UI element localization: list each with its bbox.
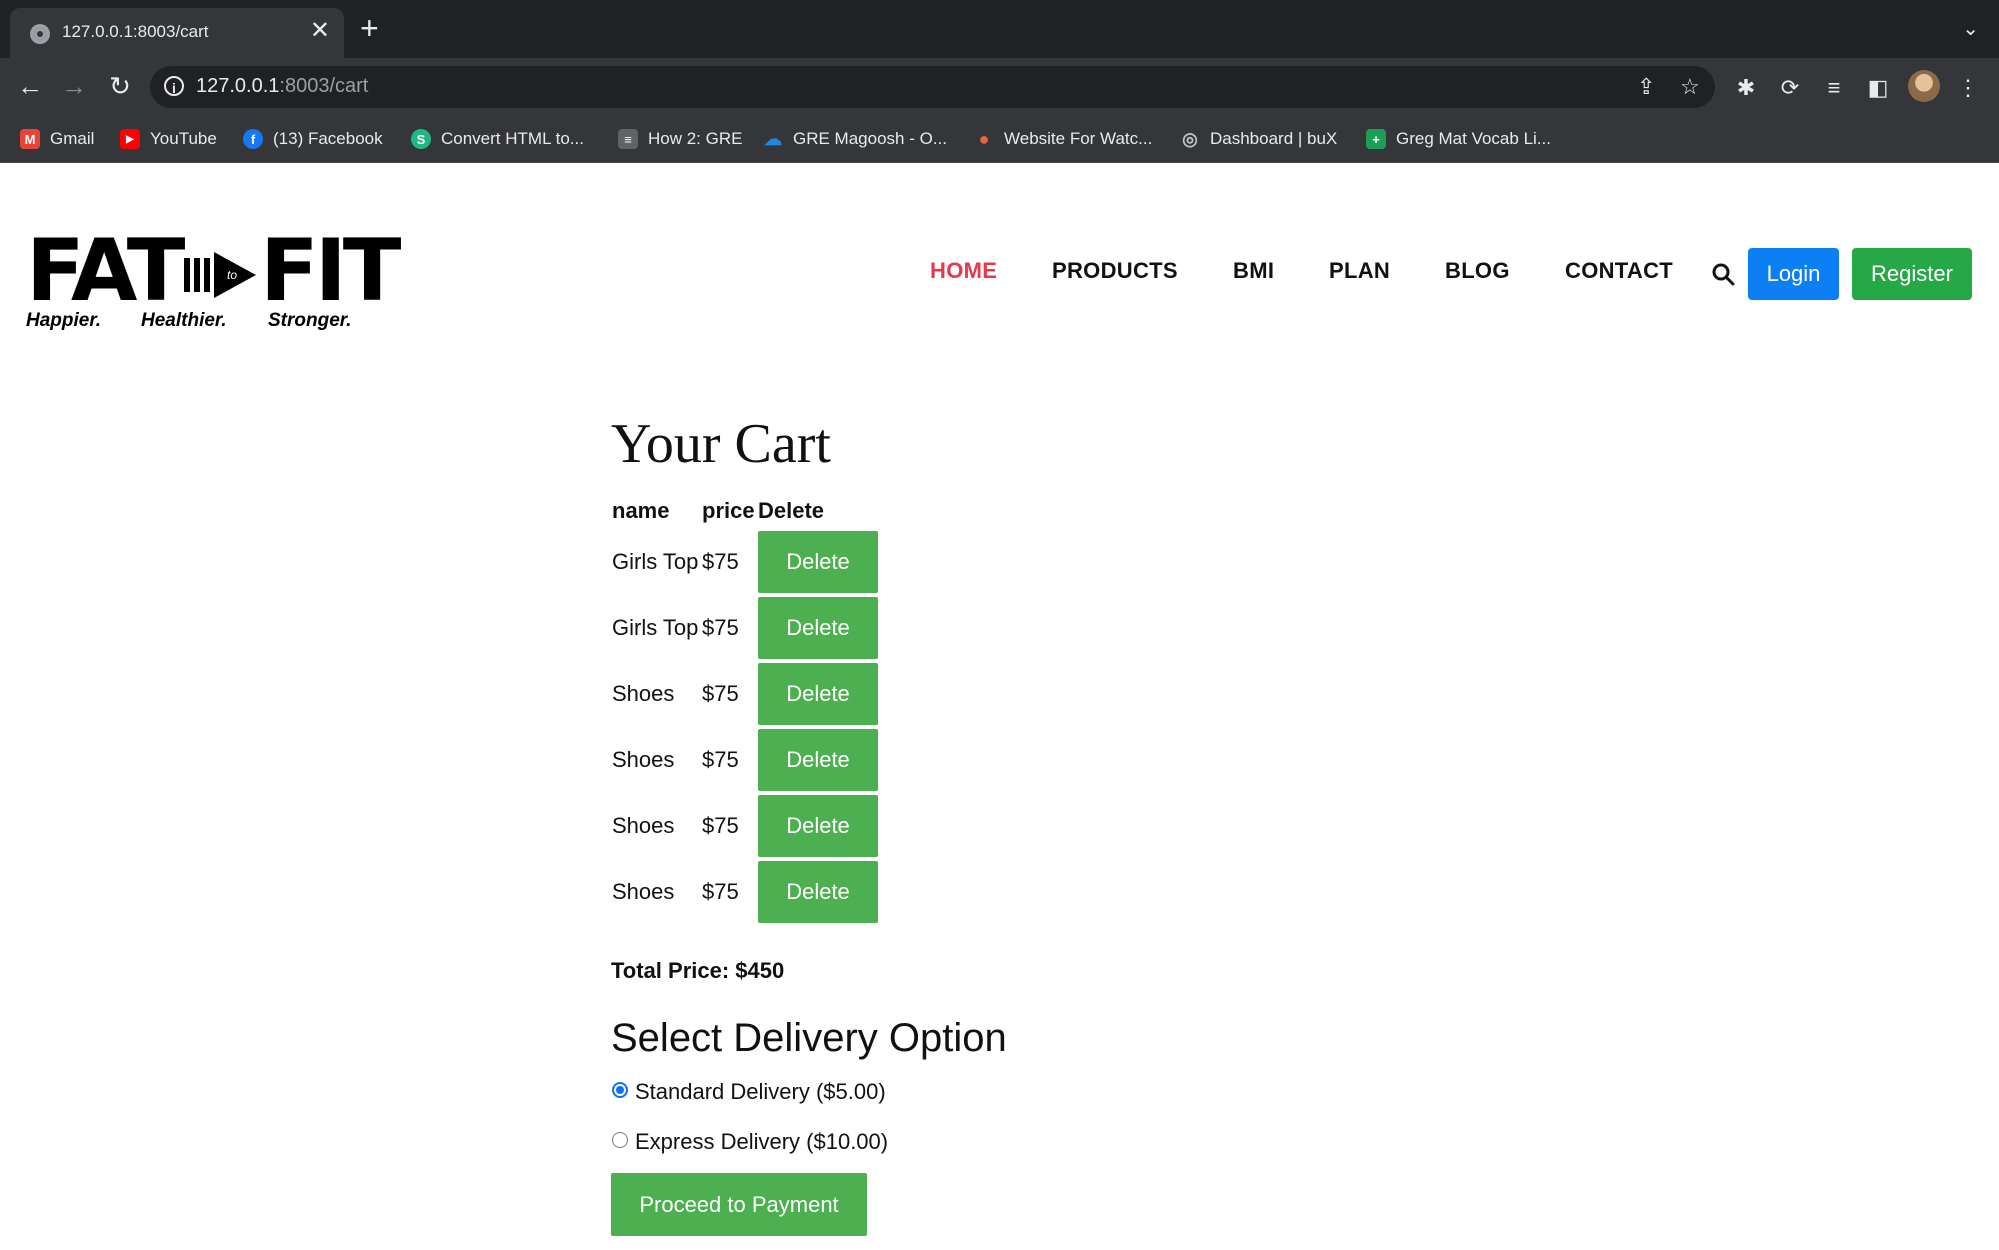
item-price: $75: [702, 615, 739, 640]
tab-search-chevron-icon[interactable]: ⌄: [1962, 16, 1979, 41]
onedrive-icon: ☁: [764, 128, 782, 149]
browser-menu-icon[interactable]: ⋮: [1954, 76, 1982, 100]
nav-products[interactable]: PRODUCTS: [1052, 258, 1178, 284]
delete-button[interactable]: Delete: [758, 795, 878, 857]
bookmark-label: (13) Facebook: [273, 129, 383, 148]
standard-delivery-radio[interactable]: [612, 1082, 628, 1098]
bookmarks-bar: M Gmail ▶ YouTube f (13) Facebook S Conv…: [0, 116, 1999, 163]
new-tab-icon[interactable]: +: [360, 12, 379, 44]
sheets-icon: +: [1366, 129, 1386, 149]
item-name: Shoes: [612, 879, 675, 904]
nav-home[interactable]: HOME: [930, 258, 997, 284]
gmail-icon: M: [20, 129, 40, 149]
address-bar[interactable]: i 127.0.0.1:8003/cart ⇪ ☆: [150, 66, 1715, 108]
logo-fat: FAT: [26, 221, 185, 321]
browser-toolbar: ← → ↻ i 127.0.0.1:8003/cart ⇪ ☆ ✱ ⟳ ≡ ◧ …: [0, 58, 1999, 116]
item-price: $75: [702, 747, 739, 772]
bookmark-youtube[interactable]: ▶ YouTube: [120, 128, 217, 150]
item-name: Shoes: [612, 681, 675, 706]
logo-tagline-stronger: Stronger.: [268, 310, 352, 331]
youtube-icon: ▶: [120, 129, 140, 149]
search-icon[interactable]: [1711, 262, 1735, 286]
express-delivery-radio[interactable]: [612, 1132, 628, 1148]
bookmark-label: Greg Mat Vocab Li...: [1396, 129, 1551, 148]
item-price: $75: [702, 879, 739, 904]
document-icon: ≡: [618, 129, 638, 149]
logo-to: to: [227, 268, 238, 282]
browser-tab-strip: 127.0.0.1:8003/cart ✕ + ⌄: [0, 0, 1999, 58]
globe-icon: [30, 24, 50, 44]
delete-button[interactable]: Delete: [758, 597, 878, 659]
url-path: :8003/cart: [279, 75, 369, 97]
logo-fit: FIT: [260, 221, 401, 321]
delete-button[interactable]: Delete: [758, 531, 878, 593]
logo-arrow-icon: [184, 252, 256, 298]
item-name: Girls Top: [612, 615, 699, 640]
nav-bmi[interactable]: BMI: [1233, 258, 1274, 284]
express-delivery-label[interactable]: Express Delivery ($10.00): [635, 1129, 888, 1155]
media-queue-icon[interactable]: ≡: [1820, 76, 1848, 100]
website-icon: ●: [978, 128, 990, 149]
bookmark-dashboard-bux[interactable]: ◎ Dashboard | buX: [1180, 128, 1337, 150]
bookmark-label: YouTube: [150, 129, 217, 148]
forward-arrow-icon[interactable]: →: [56, 68, 92, 104]
extensions-puzzle-icon[interactable]: ✱: [1732, 76, 1760, 100]
column-header-delete: Delete: [758, 498, 825, 523]
logo-tagline-healthier: Healthier.: [141, 310, 227, 331]
site-info-icon[interactable]: i: [164, 76, 184, 96]
item-name: Shoes: [612, 747, 675, 772]
bookmark-label: GRE Magoosh - O...: [793, 129, 947, 148]
reload-icon[interactable]: ↻: [102, 68, 138, 104]
bookmark-label: Gmail: [50, 129, 95, 148]
item-price: $75: [702, 549, 739, 574]
item-price: $75: [702, 681, 739, 706]
side-panel-icon[interactable]: ◧: [1864, 76, 1892, 100]
close-tab-icon[interactable]: ✕: [310, 18, 330, 44]
back-arrow-icon[interactable]: ←: [12, 68, 48, 104]
bookmark-convert-html[interactable]: S Convert HTML to...: [411, 128, 584, 150]
register-button[interactable]: Register: [1852, 248, 1972, 300]
total-price: Total Price: $450: [611, 958, 785, 983]
bookmark-star-icon[interactable]: ☆: [1680, 74, 1700, 100]
item-name: Girls Top: [612, 549, 699, 574]
bookmark-how2-gre[interactable]: ≡ How 2: GRE: [618, 128, 742, 150]
item-price: $75: [702, 813, 739, 838]
url-text[interactable]: 127.0.0.1:8003/cart: [196, 75, 368, 98]
browser-tab[interactable]: 127.0.0.1:8003/cart ✕: [10, 8, 344, 58]
profile-avatar[interactable]: [1908, 70, 1940, 102]
nav-blog[interactable]: BLOG: [1445, 258, 1510, 284]
share-icon[interactable]: ⇪: [1637, 74, 1655, 100]
convert-html-icon: S: [411, 129, 431, 149]
page-title: Your Cart: [611, 413, 831, 475]
url-host: 127.0.0.1: [196, 75, 280, 97]
logo-tagline-happier: Happier.: [26, 310, 101, 331]
bookmark-label: Convert HTML to...: [441, 129, 584, 148]
column-header-price: price: [702, 498, 755, 523]
item-name: Shoes: [612, 813, 675, 838]
bookmark-label: How 2: GRE: [648, 129, 743, 148]
standard-delivery-label[interactable]: Standard Delivery ($5.00): [635, 1079, 886, 1105]
facebook-icon: f: [243, 129, 263, 149]
bookmark-label: Website For Watc...: [1004, 129, 1153, 148]
delete-button[interactable]: Delete: [758, 729, 878, 791]
bookmark-label: Dashboard | buX: [1210, 129, 1338, 148]
proceed-to-payment-button[interactable]: Proceed to Payment: [611, 1173, 867, 1236]
site-logo[interactable]: FAT to FIT Happier. Healthier. Stronger.: [26, 221, 401, 336]
bookmark-gre-magoosh[interactable]: ☁ GRE Magoosh - O...: [763, 128, 947, 150]
tab-title: 127.0.0.1:8003/cart: [62, 22, 209, 41]
bux-icon: ◎: [1182, 128, 1198, 149]
nav-contact[interactable]: CONTACT: [1565, 258, 1673, 284]
delivery-title: Select Delivery Option: [611, 1016, 1007, 1060]
bookmark-website-for-watch[interactable]: ● Website For Watc...: [974, 128, 1153, 150]
nav-plan[interactable]: PLAN: [1329, 258, 1390, 284]
column-header-name: name: [612, 498, 670, 523]
delete-button[interactable]: Delete: [758, 861, 878, 923]
extension-icon[interactable]: ⟳: [1776, 76, 1804, 100]
bookmark-facebook[interactable]: f (13) Facebook: [243, 128, 383, 150]
delete-button[interactable]: Delete: [758, 663, 878, 725]
bookmark-greg-mat-vocab[interactable]: + Greg Mat Vocab Li...: [1366, 128, 1551, 150]
login-button[interactable]: Login: [1748, 248, 1839, 300]
bookmark-gmail[interactable]: M Gmail: [20, 128, 94, 150]
